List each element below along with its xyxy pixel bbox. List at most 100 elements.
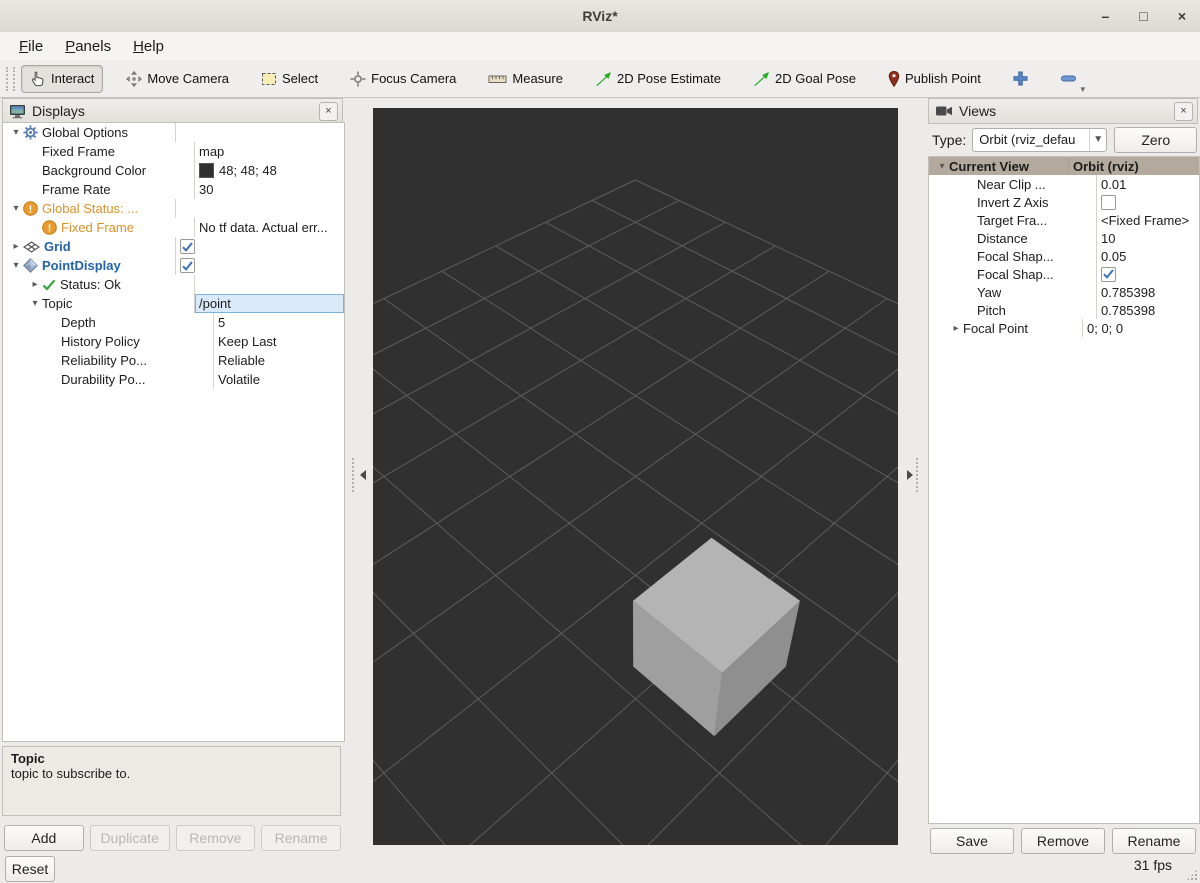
add-tool-button[interactable] <box>1004 65 1037 92</box>
save-button[interactable]: Save <box>930 828 1014 854</box>
expander-open-icon[interactable]: ▾ <box>28 298 42 309</box>
displays-property-value[interactable] <box>194 275 344 294</box>
displays-property-value[interactable] <box>175 199 344 218</box>
3d-viewport[interactable] <box>373 108 898 845</box>
titlebar[interactable]: RViz* – □ × <box>0 0 1200 33</box>
displays-property-name: Depth <box>61 315 96 330</box>
zero-button[interactable]: Zero <box>1114 127 1197 153</box>
expander-open-icon[interactable]: ▾ <box>9 260 23 271</box>
displays-property-value[interactable]: /point <box>194 294 344 313</box>
expander-closed-icon[interactable]: ▸ <box>949 323 963 334</box>
displays-row[interactable]: ▸Status: Ok <box>3 275 344 294</box>
views-panel-header[interactable]: Views × <box>928 98 1198 124</box>
expander-open-icon[interactable]: ▾ <box>935 161 949 172</box>
views-property-value[interactable]: 0.01 <box>1096 175 1199 193</box>
tool-measure[interactable]: Measure <box>479 65 572 92</box>
views-row[interactable]: Invert Z Axis <box>929 193 1199 211</box>
expander-closed-icon[interactable]: ▸ <box>9 241 23 252</box>
views-property-value[interactable] <box>1096 265 1199 283</box>
remove-button[interactable]: Remove <box>1021 828 1105 854</box>
render-scene[interactable] <box>373 108 898 845</box>
checkbox-unchecked[interactable] <box>1101 195 1116 210</box>
displays-row[interactable]: Background Color48; 48; 48 <box>3 161 344 180</box>
views-row[interactable]: Target Fra...<Fixed Frame> <box>929 211 1199 229</box>
tool-interact[interactable]: Interact <box>21 65 103 93</box>
view-type-combobox[interactable]: Orbit (rviz_defau ▼ <box>972 128 1107 152</box>
tool-publish-point[interactable]: Publish Point <box>879 65 990 93</box>
close-button[interactable]: × <box>1178 8 1186 24</box>
chevron-down-icon[interactable]: ▼ <box>1079 85 1087 94</box>
collapse-left-icon[interactable] <box>359 469 367 481</box>
views-row[interactable]: Focal Shap...0.05 <box>929 247 1199 265</box>
tool-focus-camera[interactable]: Focus Camera <box>341 65 465 93</box>
views-row[interactable]: Yaw0.785398 <box>929 283 1199 301</box>
splitter-dots[interactable] <box>352 458 357 492</box>
views-close-icon[interactable]: × <box>1174 102 1193 121</box>
displays-property-value[interactable]: No tf data. Actual err... <box>194 218 344 237</box>
views-property-value[interactable]: 0.05 <box>1096 247 1199 265</box>
displays-property-value[interactable]: Reliable <box>213 351 344 370</box>
tool-2d-pose-estimate[interactable]: 2D Pose Estimate <box>586 65 730 92</box>
checkbox-checked[interactable] <box>1101 267 1116 282</box>
views-property-value[interactable] <box>1096 193 1199 211</box>
add-button[interactable]: Add <box>4 825 84 851</box>
displays-row[interactable]: Durability Po...Volatile <box>3 370 344 389</box>
displays-row[interactable]: Frame Rate30 <box>3 180 344 199</box>
hand-cursor-icon <box>30 71 46 87</box>
tool-select[interactable]: Select <box>252 65 327 92</box>
menu-help[interactable]: Help <box>122 35 175 58</box>
views-property-value[interactable]: Orbit (rviz) <box>1068 157 1199 175</box>
displays-row[interactable]: ▾PointDisplay <box>3 256 344 275</box>
displays-row[interactable]: Reliability Po...Reliable <box>3 351 344 370</box>
tool-2d-goal-pose[interactable]: 2D Goal Pose <box>744 65 865 92</box>
menu-file[interactable]: File <box>8 35 54 58</box>
views-property-value[interactable]: <Fixed Frame> <box>1096 211 1199 229</box>
displays-property-value[interactable]: 48; 48; 48 <box>194 161 344 180</box>
views-property-value[interactable]: 0.785398 <box>1096 283 1199 301</box>
displays-property-value[interactable]: 5 <box>213 313 344 332</box>
views-property-value[interactable]: 10 <box>1096 229 1199 247</box>
displays-close-icon[interactable]: × <box>319 102 338 121</box>
displays-property-value[interactable]: 30 <box>194 180 344 199</box>
displays-row[interactable]: ▾!Global Status: ... <box>3 199 344 218</box>
checkbox-checked[interactable] <box>180 239 195 254</box>
maximize-button[interactable]: □ <box>1139 8 1147 24</box>
displays-row[interactable]: ▾Topic/point <box>3 294 344 313</box>
views-row[interactable]: Near Clip ...0.01 <box>929 175 1199 193</box>
displays-row[interactable]: History PolicyKeep Last <box>3 332 344 351</box>
expander-open-icon[interactable]: ▾ <box>9 127 23 138</box>
checkbox-checked[interactable] <box>180 258 195 273</box>
displays-row[interactable]: !Fixed FrameNo tf data. Actual err... <box>3 218 344 237</box>
views-row[interactable]: Distance10 <box>929 229 1199 247</box>
tool-move-camera[interactable]: Move Camera <box>117 65 238 93</box>
resize-grip[interactable] <box>1186 869 1198 881</box>
displays-row[interactable]: Depth 5 <box>3 313 344 332</box>
views-property-value[interactable]: 0.785398 <box>1096 301 1199 319</box>
displays-property-value[interactable] <box>175 123 344 142</box>
toolbar-drag-handle[interactable] <box>6 67 15 91</box>
rename-button[interactable]: Rename <box>1112 828 1196 854</box>
views-row[interactable]: ▸Focal Point0; 0; 0 <box>929 319 1199 337</box>
displays-property-value[interactable] <box>175 237 344 256</box>
displays-property-value[interactable]: Keep Last <box>213 332 344 351</box>
minimize-button[interactable]: – <box>1102 8 1110 24</box>
views-property-value[interactable]: 0; 0; 0 <box>1082 319 1199 337</box>
displays-row[interactable]: Fixed Framemap <box>3 142 344 161</box>
displays-property-value[interactable] <box>175 256 344 275</box>
views-property-name: Current View <box>949 159 1029 174</box>
expander-closed-icon[interactable]: ▸ <box>28 279 42 290</box>
collapse-right-icon[interactable] <box>906 469 914 481</box>
displays-property-value[interactable]: map <box>194 142 344 161</box>
displays-row[interactable]: ▸Grid <box>3 237 344 256</box>
splitter-dots[interactable] <box>916 458 921 492</box>
views-row[interactable]: ▾Current View Orbit (rviz) <box>929 157 1199 175</box>
menu-panels[interactable]: Panels <box>54 35 122 58</box>
displays-panel-header[interactable]: Displays × <box>2 98 343 124</box>
reset-button[interactable]: Reset <box>5 856 55 882</box>
remove-tool-button[interactable]: ▼ <box>1051 65 1086 92</box>
views-row[interactable]: Focal Shap... <box>929 265 1199 283</box>
expander-open-icon[interactable]: ▾ <box>9 203 23 214</box>
displays-property-value[interactable]: Volatile <box>213 370 344 389</box>
views-row[interactable]: Pitch0.785398 <box>929 301 1199 319</box>
displays-row[interactable]: ▾Global Options <box>3 123 344 142</box>
